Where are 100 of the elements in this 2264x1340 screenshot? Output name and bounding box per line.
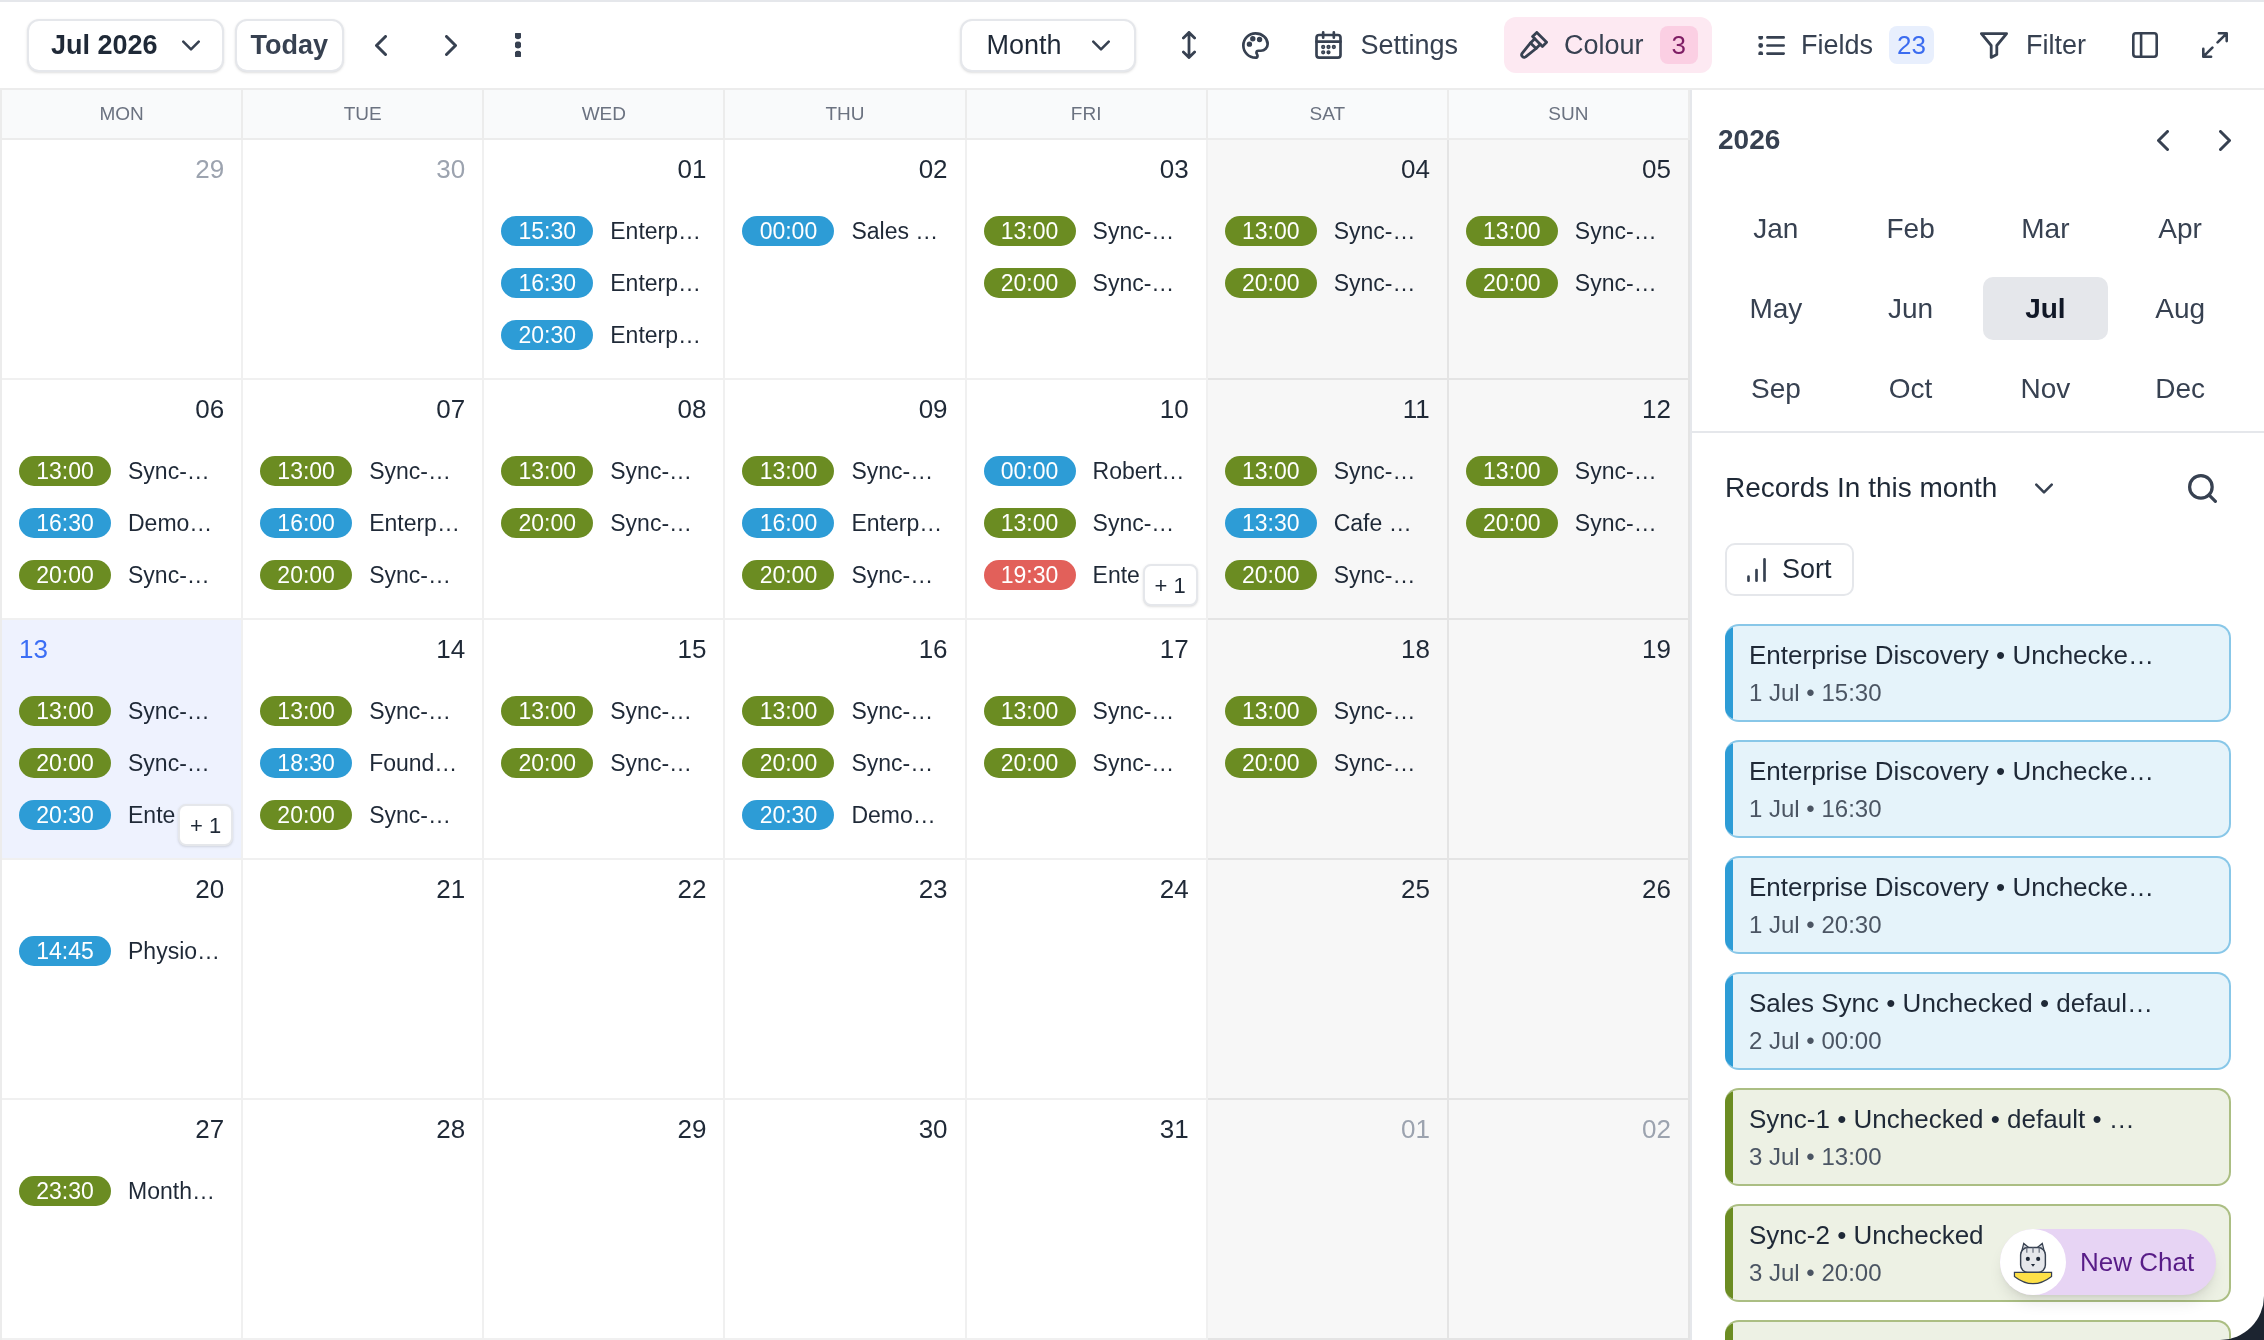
event-title[interactable]: Physio…	[128, 936, 221, 966]
event-time[interactable]: 20:00	[19, 748, 111, 778]
event-time[interactable]: 13:00	[742, 456, 835, 486]
event-title[interactable]: Sync-…	[851, 696, 934, 726]
day-cell[interactable]: 25	[1207, 860, 1449, 1100]
event-title[interactable]: Sync-…	[128, 456, 210, 486]
day-cell[interactable]: 22	[484, 860, 726, 1100]
day-cell[interactable]: 12 13:00 Sync-… 20:00 Sync-…	[1448, 380, 1690, 620]
day-cell[interactable]: 11 13:00 Sync-… 13:30 Cafe … 20:00 Sync-…	[1207, 380, 1449, 620]
month-button[interactable]: Dec	[2117, 357, 2243, 420]
day-cell[interactable]: 20 14:45 Physio…	[2, 860, 244, 1100]
chevron-right-icon[interactable]	[445, 34, 458, 56]
event-time[interactable]: 13:00	[742, 696, 835, 726]
event-time[interactable]: 13:00	[983, 696, 1076, 726]
event-title[interactable]: Sync-…	[1092, 748, 1175, 778]
event-time[interactable]: 13:00	[501, 456, 594, 486]
event-title[interactable]: Sync-…	[128, 560, 210, 590]
event-title[interactable]: Sync-…	[1333, 268, 1416, 298]
expand-icon[interactable]	[2202, 32, 2228, 58]
event-time[interactable]: 13:00	[19, 696, 111, 726]
event-title[interactable]: Enterp…	[610, 216, 702, 246]
day-cell[interactable]: 14 13:00 Sync-… 18:30 Found… 20:00 Sync-…	[243, 620, 485, 860]
event-time[interactable]: 13:00	[983, 508, 1076, 538]
event-time[interactable]: 20:00	[1224, 560, 1317, 590]
event-time[interactable]: 20:00	[983, 268, 1076, 298]
event-title[interactable]: Sync-…	[128, 696, 210, 726]
day-cell[interactable]: 24	[966, 860, 1208, 1100]
event-time[interactable]: 20:00	[983, 748, 1076, 778]
day-cell[interactable]: 26	[1448, 860, 1690, 1100]
event-title[interactable]: Sync-…	[1574, 508, 1657, 538]
event-title[interactable]: Sync-…	[851, 456, 934, 486]
event-title[interactable]: Cafe …	[1333, 508, 1412, 538]
day-cell[interactable]: 09 13:00 Sync-… 16:00 Enterp… 20:00 Sync-…	[725, 380, 967, 620]
day-cell[interactable]: 31	[966, 1100, 1208, 1340]
event-title[interactable]: Sync-…	[1574, 268, 1657, 298]
event-title[interactable]: Sync-…	[369, 696, 451, 726]
event-title[interactable]: Sync-…	[1092, 268, 1175, 298]
day-cell[interactable]: 06 13:00 Sync-… 16:30 Demo… 20:00 Sync-…	[2, 380, 244, 620]
event-time[interactable]: 20:00	[742, 748, 835, 778]
day-cell[interactable]: 03 13:00 Sync-… 20:00 Sync-…	[966, 140, 1208, 380]
records-dropdown[interactable]: Records In this month	[1725, 467, 2054, 509]
event-time[interactable]: 13:00	[1224, 216, 1317, 246]
side-panel-icon[interactable]	[2132, 32, 2158, 58]
more-events-button[interactable]: + 1	[1142, 564, 1198, 606]
event-title[interactable]: Found…	[369, 748, 458, 778]
more-events-button[interactable]: + 1	[177, 804, 234, 846]
record-card[interactable]: Sales Sync • Unchecked • defaul… 2 Jul • 00:00	[1725, 972, 2231, 1070]
up-down-arrow-icon[interactable]	[1182, 31, 1197, 59]
event-title[interactable]: Sync-…	[369, 456, 451, 486]
event-title[interactable]: Sync-…	[1333, 560, 1416, 590]
event-title[interactable]: Sync-…	[851, 748, 934, 778]
colour-button[interactable]: Colour 3	[1504, 17, 1713, 73]
day-cell[interactable]: 10 00:00 Robert… 13:00 Sync-… 19:30 Ente + 1	[966, 380, 1208, 620]
event-time[interactable]: 13:00	[1465, 456, 1558, 486]
day-cell[interactable]: 17 13:00 Sync-… 20:00 Sync-…	[966, 620, 1208, 860]
event-time[interactable]: 13:00	[1224, 696, 1317, 726]
event-title[interactable]: Enterp…	[369, 508, 460, 538]
event-title[interactable]: Month…	[128, 1176, 215, 1206]
month-button[interactable]: Sep	[1713, 357, 1839, 420]
record-card[interactable]: Enterprise Discovery • Unchecke… 1 Jul • 16:30	[1725, 740, 2231, 838]
event-title[interactable]: Sales …	[851, 216, 939, 246]
month-button[interactable]: Jun	[1847, 277, 1974, 340]
view-dropdown[interactable]: Month	[960, 18, 1137, 72]
day-cell[interactable]: 05 13:00 Sync-… 20:00 Sync-…	[1448, 140, 1690, 380]
event-time[interactable]: 20:00	[742, 560, 835, 590]
event-title[interactable]: Sync-…	[1333, 456, 1416, 486]
chevron-left-icon[interactable]	[2157, 129, 2169, 151]
event-title[interactable]: Demo…	[128, 508, 213, 538]
new-chat-button[interactable]: New Chat	[2000, 1229, 2217, 1295]
day-cell[interactable]: 02 00:00 Sales …	[725, 140, 967, 380]
day-cell[interactable]: 29	[484, 1100, 726, 1340]
event-time[interactable]: 23:30	[19, 1176, 111, 1206]
event-time[interactable]: 13:00	[19, 456, 111, 486]
chevron-left-icon[interactable]	[375, 34, 388, 56]
month-button[interactable]: Nov	[1982, 357, 2109, 420]
month-button[interactable]: May	[1713, 277, 1839, 340]
day-cell[interactable]: 13 13:00 Sync-… 20:00 Sync-… 20:30 Ente + 1	[2, 620, 244, 860]
event-title[interactable]: Enterp…	[851, 508, 943, 538]
event-title[interactable]: Robert…	[1092, 456, 1185, 486]
day-cell[interactable]: 08 13:00 Sync-… 20:00 Sync-…	[484, 380, 726, 620]
day-cell[interactable]: 21	[243, 860, 485, 1100]
event-title[interactable]: Enterp…	[610, 320, 702, 350]
event-title[interactable]: Sync-…	[128, 748, 210, 778]
day-cell[interactable]: 01 15:30 Enterp… 16:30 Enterp… 20:30 Enterp…	[484, 140, 726, 380]
day-cell[interactable]: 28	[243, 1100, 485, 1340]
event-time[interactable]: 13:00	[983, 216, 1076, 246]
event-title[interactable]: Sync-…	[1333, 696, 1416, 726]
day-cell[interactable]: 18 13:00 Sync-… 20:00 Sync-…	[1207, 620, 1449, 860]
month-button[interactable]: Jul	[1982, 277, 2109, 340]
day-cell[interactable]: 16 13:00 Sync-… 20:00 Sync-… 20:30 Demo…	[725, 620, 967, 860]
event-title[interactable]: Sync-…	[1092, 508, 1175, 538]
event-title[interactable]: Enterp…	[610, 268, 702, 298]
event-title[interactable]: Sync-…	[1092, 216, 1175, 246]
event-title[interactable]: Sync-…	[1574, 216, 1657, 246]
day-cell[interactable]: 27 23:30 Month…	[2, 1100, 244, 1340]
fields-button[interactable]: Fields 23	[1758, 24, 1934, 66]
period-dropdown[interactable]: Jul 2026	[27, 18, 224, 72]
event-title[interactable]: Sync-…	[610, 508, 693, 538]
event-title[interactable]: Ente	[1092, 560, 1140, 590]
event-title[interactable]: Sync-…	[369, 560, 451, 590]
